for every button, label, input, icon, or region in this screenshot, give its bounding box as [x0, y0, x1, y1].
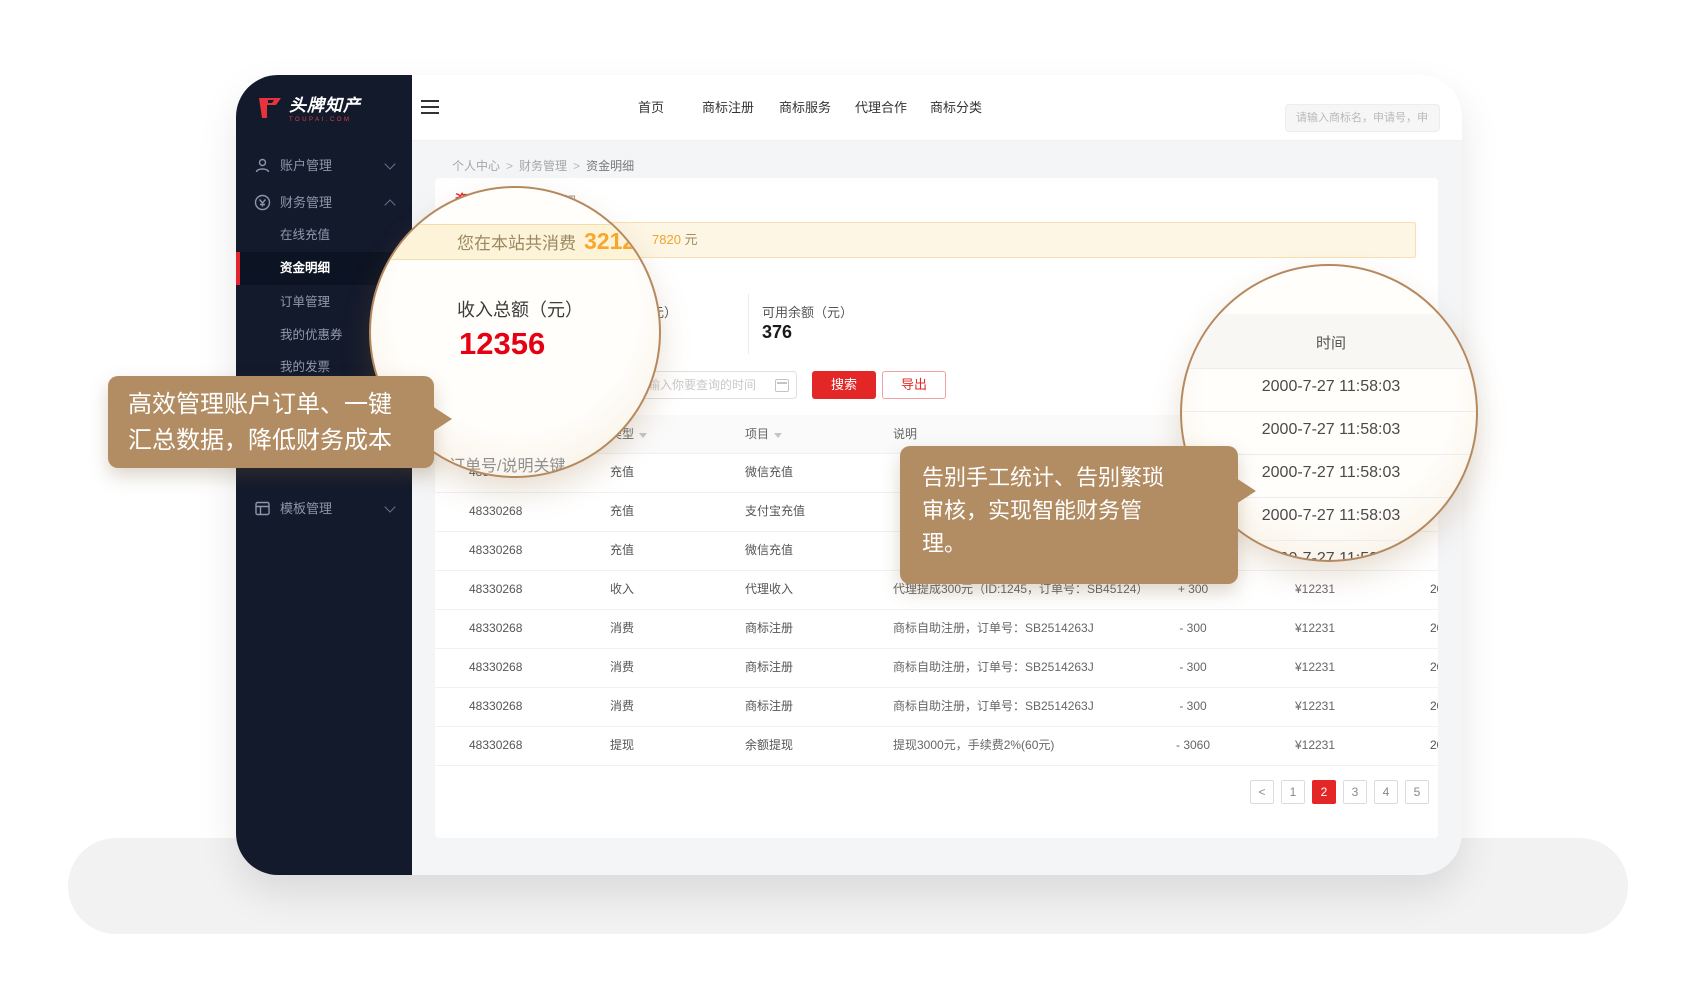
magnified-table-header: 订单号/说明关键 — [449, 452, 565, 476]
sidebar-item-label: 模板管理 — [280, 492, 332, 526]
chevron-down-icon — [384, 158, 395, 169]
sidebar-item-account[interactable]: 账户管理 — [236, 149, 412, 183]
magnified-income-value: 12356 — [459, 326, 545, 362]
page-2-active[interactable]: 2 — [1312, 780, 1336, 804]
logo-flag-icon — [258, 97, 282, 119]
nav-trademark-category[interactable]: 商标分类 — [930, 75, 982, 140]
export-button[interactable]: 导出 — [882, 371, 946, 399]
magnified-time-header: 时间 — [1182, 332, 1478, 353]
col-project[interactable]: 项目 — [745, 415, 782, 453]
nav-agency-cooperation[interactable]: 代理合作 — [855, 75, 907, 140]
magnified-banner-prefix: 您在本站共消费 — [457, 229, 576, 254]
table-row: 48330268提现余额提现提现3000元，手续费2%(60元)- 3060¥1… — [435, 726, 1438, 766]
callout-arrow-icon — [1236, 478, 1256, 504]
nav-trademark-register[interactable]: 商标注册 — [702, 75, 754, 140]
balance-label: 可用余额（元） — [762, 302, 853, 321]
pagination: < 1 2 3 4 5 — [1250, 780, 1429, 804]
page-prev[interactable]: < — [1250, 780, 1274, 804]
sort-icon — [774, 433, 782, 438]
chevron-up-icon — [384, 199, 395, 210]
magnified-time: 2000-7-27 11:58:03 — [1182, 421, 1478, 439]
search-button[interactable]: 搜索 — [812, 371, 876, 399]
sidebar-item-finance[interactable]: 财务管理 — [236, 186, 412, 220]
magnified-income-label: 收入总额（元） — [457, 296, 583, 322]
callout-right: 告别手工统计、告别繁琐 审核，实现智能财务管 理。 — [900, 446, 1238, 584]
sidebar-item-template[interactable]: 模板管理 — [236, 492, 412, 526]
callout-arrow-icon — [432, 406, 452, 432]
sidebar: 头牌知产 TOUPAI.COM 账户管理 财务管理 在线充值 — [236, 75, 412, 875]
page-3[interactable]: 3 — [1343, 780, 1367, 804]
sidebar-item-label: 财务管理 — [280, 186, 332, 220]
chevron-down-icon — [384, 501, 395, 512]
nav-home[interactable]: 首页 — [638, 75, 664, 140]
menu-icon[interactable] — [421, 100, 439, 114]
search-input[interactable] — [1285, 104, 1440, 132]
page-1[interactable]: 1 — [1281, 780, 1305, 804]
breadcrumb: 个人中心>财务管理>资金明细 — [452, 157, 634, 174]
balance-value: 376 — [762, 322, 792, 343]
template-icon — [254, 500, 271, 517]
page-5[interactable]: 5 — [1405, 780, 1429, 804]
stats-divider — [748, 294, 749, 354]
logo: 头牌知产 TOUPAI.COM — [258, 97, 361, 123]
page: 头牌知产 TOUPAI.COM 账户管理 财务管理 在线充值 — [0, 0, 1696, 1002]
consumption-unit: 元 — [685, 232, 698, 247]
magnified-time: 2000-7-27 11:58:03 — [1182, 378, 1478, 396]
sidebar-item-label: 账户管理 — [280, 149, 332, 183]
sort-icon — [639, 433, 647, 438]
magnified-banner-amount: 32124 — [584, 228, 648, 255]
calendar-icon[interactable] — [775, 379, 789, 392]
table-row: 48330268消费商标注册商标自助注册，订单号：SB2514263J- 300… — [435, 687, 1438, 727]
page-4[interactable]: 4 — [1374, 780, 1398, 804]
nav-trademark-service[interactable]: 商标服务 — [779, 75, 831, 140]
table-row: 48330268消费商标注册商标自助注册，订单号：SB2514263J- 300… — [435, 609, 1438, 649]
logo-subtitle: TOUPAI.COM — [289, 117, 361, 123]
logo-title: 头牌知产 — [289, 97, 361, 114]
table-row: 48330268消费商标注册商标自助注册，订单号：SB2514263J- 300… — [435, 648, 1438, 688]
user-icon — [254, 157, 271, 174]
callout-left: 高效管理账户订单、一键 汇总数据，降低财务成本 — [108, 376, 434, 468]
finance-icon — [254, 194, 271, 211]
